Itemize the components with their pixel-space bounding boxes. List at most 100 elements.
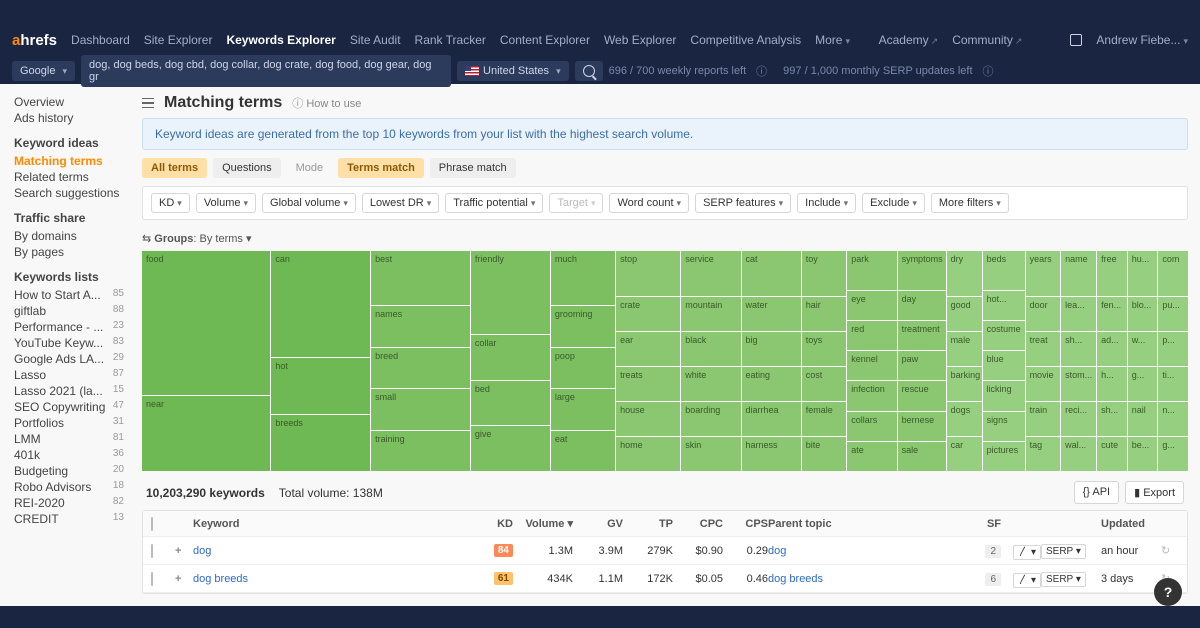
sidebar-list-item[interactable]: giftlab88 bbox=[14, 303, 130, 319]
treemap-cell[interactable]: lea... bbox=[1061, 297, 1096, 331]
treemap-cell[interactable]: dry bbox=[947, 251, 982, 296]
select-all-checkbox[interactable] bbox=[151, 517, 153, 531]
treemap-cell[interactable]: friendly bbox=[471, 251, 550, 334]
nav-site-explorer[interactable]: Site Explorer bbox=[144, 33, 213, 47]
treemap-cell[interactable]: reci... bbox=[1061, 402, 1096, 436]
treemap-cell[interactable]: door bbox=[1026, 297, 1061, 331]
filter-word-count[interactable]: Word count bbox=[609, 193, 689, 213]
user-avatar[interactable] bbox=[1070, 34, 1082, 46]
treemap-cell[interactable]: toy bbox=[802, 251, 846, 296]
nav-keywords-explorer[interactable]: Keywords Explorer bbox=[226, 33, 335, 47]
logo[interactable]: ahrefs bbox=[12, 32, 57, 49]
sidebar-list-item[interactable]: Lasso87 bbox=[14, 367, 130, 383]
tab-all-terms[interactable]: All terms bbox=[142, 158, 207, 178]
treemap-cell[interactable]: eating bbox=[742, 367, 801, 401]
treemap-cell[interactable]: costume bbox=[983, 321, 1025, 350]
help-button[interactable]: ? bbox=[1154, 578, 1182, 606]
treemap-cell[interactable]: blo... bbox=[1128, 297, 1158, 331]
treemap-cell[interactable]: male bbox=[947, 332, 982, 366]
sidebar-list-item[interactable]: YouTube Keyw...83 bbox=[14, 335, 130, 351]
treemap-cell[interactable]: blue bbox=[983, 351, 1025, 380]
treemap-cell[interactable]: g... bbox=[1128, 367, 1158, 401]
treemap-cell[interactable]: can bbox=[271, 251, 370, 357]
sidebar-list-item[interactable]: How to Start A...85 bbox=[14, 287, 130, 303]
filter-global-volume[interactable]: Global volume bbox=[262, 193, 356, 213]
treemap-cell[interactable]: near bbox=[142, 396, 270, 471]
treemap-cell[interactable]: g... bbox=[1158, 437, 1188, 471]
treemap-cell[interactable]: be... bbox=[1128, 437, 1158, 471]
treemap-cell[interactable]: pu... bbox=[1158, 297, 1188, 331]
col-parent-topic[interactable]: Parent topic bbox=[768, 518, 971, 530]
treemap-cell[interactable]: nail bbox=[1128, 402, 1158, 436]
treemap-cell[interactable]: stop bbox=[616, 251, 680, 296]
treemap-cell[interactable]: small bbox=[371, 389, 470, 429]
treemap-cell[interactable]: give bbox=[471, 426, 550, 471]
sidebar-list-item[interactable]: Performance - ...23 bbox=[14, 319, 130, 335]
sidebar-list-item[interactable]: Portfolios31 bbox=[14, 415, 130, 431]
treemap-cell[interactable]: white bbox=[681, 367, 740, 401]
treemap-cell[interactable]: day bbox=[898, 291, 946, 320]
treemap-cell[interactable]: name bbox=[1061, 251, 1096, 296]
sidebar-ads-history[interactable]: Ads history bbox=[14, 110, 130, 126]
treemap-cell[interactable]: kennel bbox=[847, 351, 896, 380]
filter-kd[interactable]: KD bbox=[151, 193, 190, 213]
col-cpc[interactable]: CPC bbox=[673, 518, 723, 530]
filter-traffic-potential[interactable]: Traffic potential bbox=[445, 193, 543, 213]
sidebar-list-item[interactable]: REI-202082 bbox=[14, 495, 130, 511]
expand-icon[interactable]: + bbox=[175, 573, 193, 585]
country-select[interactable]: United States bbox=[457, 61, 569, 81]
col-gv[interactable]: GV bbox=[573, 518, 623, 530]
treemap-cell[interactable]: bed bbox=[471, 381, 550, 426]
treemap-cell[interactable]: service bbox=[681, 251, 740, 296]
treemap-cell[interactable]: bite bbox=[802, 437, 846, 471]
sidebar-overview[interactable]: Overview bbox=[14, 94, 130, 110]
treemap-cell[interactable]: tag bbox=[1026, 437, 1061, 471]
treemap[interactable]: foodnearcanhotbreedsbestnamesbreedsmallt… bbox=[142, 251, 1188, 471]
treemap-cell[interactable]: train bbox=[1026, 402, 1061, 436]
treemap-cell[interactable]: big bbox=[742, 332, 801, 366]
sidebar-list-item[interactable]: Robo Advisors18 bbox=[14, 479, 130, 495]
tab-terms-match[interactable]: Terms match bbox=[338, 158, 424, 178]
treemap-cell[interactable]: stom... bbox=[1061, 367, 1096, 401]
treemap-cell[interactable]: collars bbox=[847, 412, 896, 441]
nav-competitive-analysis[interactable]: Competitive Analysis bbox=[690, 33, 801, 47]
treemap-cell[interactable]: boarding bbox=[681, 402, 740, 436]
treemap-cell[interactable]: free bbox=[1097, 251, 1127, 296]
nav-rank-tracker[interactable]: Rank Tracker bbox=[415, 33, 486, 47]
treemap-cell[interactable]: hair bbox=[802, 297, 846, 331]
treemap-cell[interactable]: w... bbox=[1128, 332, 1158, 366]
treemap-cell[interactable]: grooming bbox=[551, 306, 615, 346]
treemap-cell[interactable]: breeds bbox=[271, 415, 370, 471]
treemap-cell[interactable]: treatment bbox=[898, 321, 946, 350]
treemap-cell[interactable]: food bbox=[142, 251, 270, 395]
treemap-cell[interactable]: black bbox=[681, 332, 740, 366]
treemap-cell[interactable]: fen... bbox=[1097, 297, 1127, 331]
treemap-cell[interactable]: treats bbox=[616, 367, 680, 401]
nav-content-explorer[interactable]: Content Explorer bbox=[500, 33, 590, 47]
filter-volume[interactable]: Volume bbox=[196, 193, 256, 213]
treemap-cell[interactable]: cost bbox=[802, 367, 846, 401]
treemap-cell[interactable]: dogs bbox=[947, 402, 982, 436]
col-keyword[interactable]: Keyword bbox=[193, 518, 473, 530]
treemap-cell[interactable]: treat bbox=[1026, 332, 1061, 366]
treemap-cell[interactable]: large bbox=[551, 389, 615, 429]
treemap-cell[interactable]: licking bbox=[983, 381, 1025, 410]
trend-button[interactable]: 〳 ▾ bbox=[1013, 573, 1041, 588]
nav-community[interactable]: Community↗ bbox=[952, 33, 1022, 47]
treemap-cell[interactable]: signs bbox=[983, 412, 1025, 441]
filter-more[interactable]: More filters bbox=[931, 193, 1009, 213]
col-tp[interactable]: TP bbox=[623, 518, 673, 530]
api-button[interactable]: {} API bbox=[1074, 481, 1120, 504]
treemap-cell[interactable]: home bbox=[616, 437, 680, 471]
treemap-cell[interactable]: ti... bbox=[1158, 367, 1188, 401]
sf-badge[interactable]: 6 bbox=[985, 573, 1001, 586]
sidebar-by-domains[interactable]: By domains bbox=[14, 228, 130, 244]
treemap-cell[interactable]: sh... bbox=[1061, 332, 1096, 366]
tab-phrase-match[interactable]: Phrase match bbox=[430, 158, 516, 178]
treemap-cell[interactable]: female bbox=[802, 402, 846, 436]
col-updated[interactable]: Updated bbox=[1101, 518, 1161, 530]
treemap-cell[interactable]: ate bbox=[847, 442, 896, 471]
sidebar-list-item[interactable]: Lasso 2021 (la...15 bbox=[14, 383, 130, 399]
treemap-cell[interactable]: com bbox=[1158, 251, 1188, 296]
sidebar-list-item[interactable]: Google Ads LA...29 bbox=[14, 351, 130, 367]
